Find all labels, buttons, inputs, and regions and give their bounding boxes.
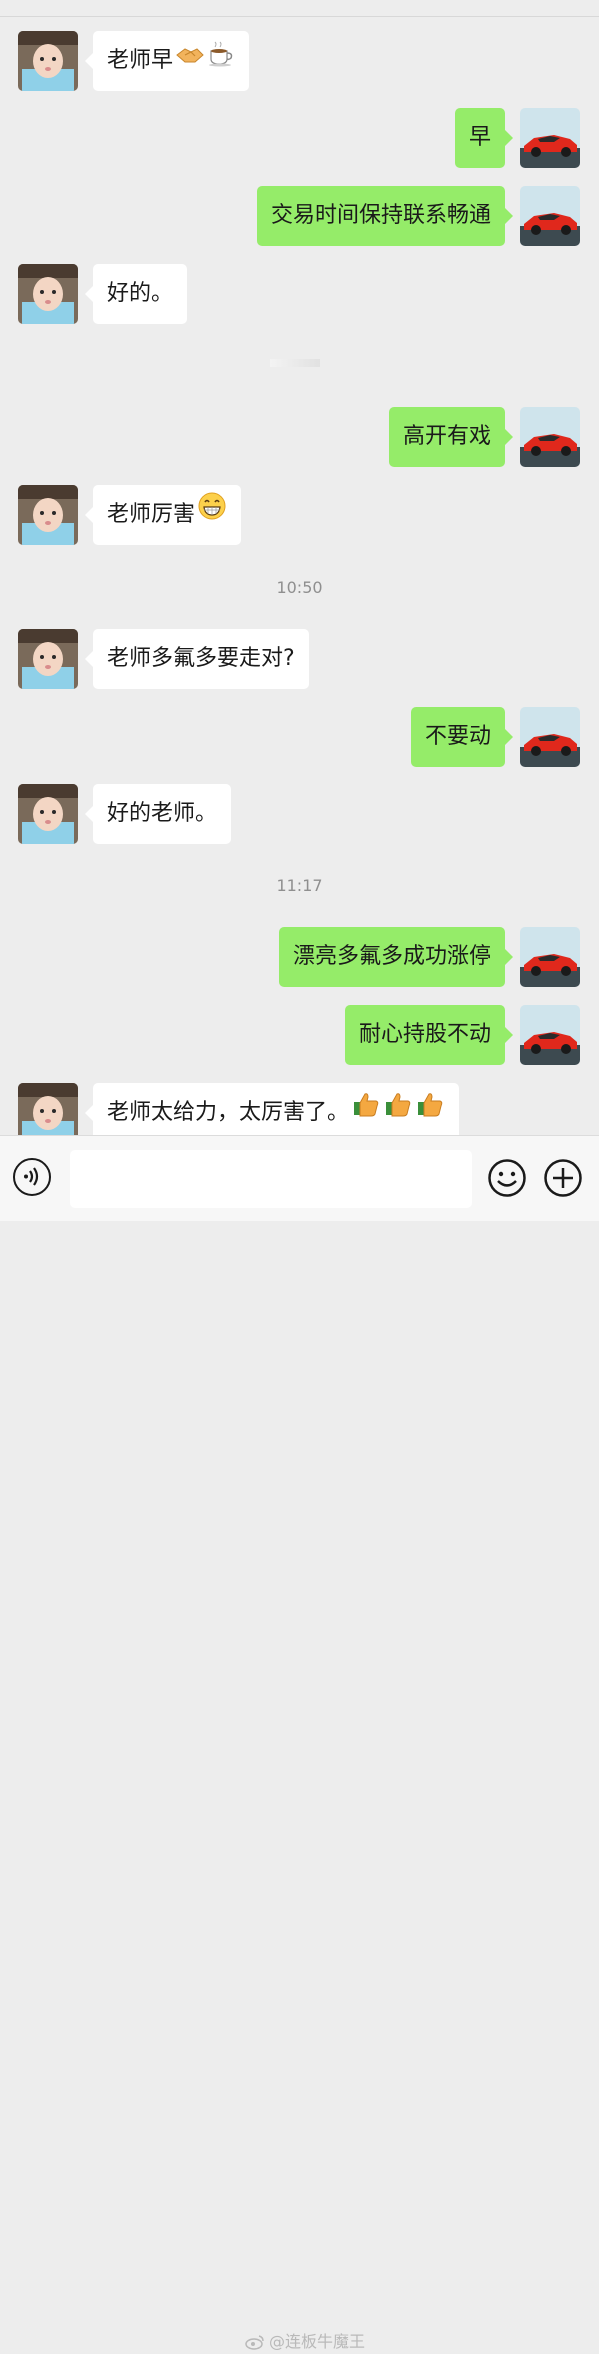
- chat-message-sent: 早: [0, 108, 599, 170]
- message-text: 漂亮多氟多成功涨停: [292, 944, 491, 969]
- weibo-logo-icon: [245, 2334, 265, 2354]
- chat-message-sent: 漂亮多氟多成功涨停: [0, 927, 599, 989]
- chat-message-received: 老师早: [0, 31, 599, 93]
- my-avatar[interactable]: [520, 927, 580, 987]
- message-bubble[interactable]: 老师厉害: [84, 485, 242, 545]
- message-bubble[interactable]: 不要动: [410, 707, 514, 767]
- red-car-avatar-icon: [520, 927, 580, 987]
- grin-icon: [197, 485, 227, 545]
- message-text: 老师早: [107, 48, 174, 73]
- handshake-icon: [175, 31, 205, 91]
- coffee-icon: [207, 31, 235, 91]
- contact-avatar[interactable]: [18, 1083, 78, 1135]
- message-bubble[interactable]: 好的。: [84, 264, 188, 324]
- baby-avatar-icon: [18, 31, 78, 91]
- message-text: 交易时间保持联系畅通: [270, 203, 491, 228]
- message-bubble[interactable]: 好的老师。: [84, 784, 232, 844]
- thumbs-up-icon: [351, 1083, 381, 1135]
- contact-avatar[interactable]: [18, 485, 78, 545]
- chat-message-sent: 高开有戏: [0, 407, 599, 469]
- message-text: 早: [468, 125, 491, 150]
- faint-artifact: [270, 359, 320, 367]
- chat-message-received: 好的。: [0, 264, 599, 326]
- message-input[interactable]: [70, 1150, 472, 1208]
- contact-avatar[interactable]: [18, 629, 78, 689]
- message-text: 好的老师。: [107, 801, 218, 826]
- my-avatar[interactable]: [520, 407, 580, 467]
- top-divider: [0, 0, 599, 17]
- voice-button[interactable]: [13, 1158, 51, 1196]
- message-text: 耐心持股不动: [358, 1022, 491, 1047]
- chat-message-sent: 交易时间保持联系畅通: [0, 186, 599, 248]
- message-text: 不要动: [424, 724, 491, 749]
- thumbs-up-icon: [415, 1083, 445, 1135]
- message-bubble[interactable]: 漂亮多氟多成功涨停: [278, 927, 514, 987]
- timestamp: 10:50: [276, 578, 323, 597]
- chat-message-sent: 耐心持股不动: [0, 1005, 599, 1067]
- red-car-avatar-icon: [520, 186, 580, 246]
- baby-avatar-icon: [18, 264, 78, 324]
- emoji-button[interactable]: [487, 1158, 527, 1198]
- message-bubble[interactable]: 老师太给力，太厉害了。: [84, 1083, 460, 1135]
- timestamp: 11:17: [276, 876, 323, 895]
- smiley-icon: [488, 1159, 526, 1197]
- my-avatar[interactable]: [520, 1005, 580, 1065]
- chat-message-received: 老师厉害: [0, 485, 599, 547]
- input-bar: @连板牛魔王: [0, 1135, 599, 2351]
- message-bubble[interactable]: 高开有戏: [388, 407, 514, 467]
- message-bubble[interactable]: 老师多氟多要走对?: [85, 629, 309, 689]
- message-text: 老师厉害: [107, 502, 196, 527]
- plus-icon: [544, 1159, 582, 1197]
- watermark: @连板牛魔王: [245, 2328, 365, 2354]
- baby-avatar-icon: [18, 629, 78, 689]
- voice-icon: [24, 1167, 39, 1186]
- chat-message-received: 老师太给力，太厉害了。: [0, 1083, 599, 1135]
- message-bubble[interactable]: 交易时间保持联系畅通: [256, 186, 514, 246]
- red-car-avatar-icon: [520, 1005, 580, 1065]
- baby-avatar-icon: [18, 1083, 78, 1135]
- chat-message-sent: 不要动: [0, 707, 599, 769]
- my-avatar[interactable]: [520, 186, 580, 246]
- watermark-text: @连板牛魔王: [269, 2332, 366, 2351]
- red-car-avatar-icon: [520, 407, 580, 467]
- baby-avatar-icon: [18, 784, 78, 844]
- baby-avatar-icon: [18, 485, 78, 545]
- chat-message-received: 老师多氟多要走对?: [0, 629, 599, 691]
- contact-avatar[interactable]: [18, 784, 78, 844]
- more-button[interactable]: [543, 1158, 583, 1198]
- message-bubble[interactable]: 早: [454, 108, 514, 168]
- red-car-avatar-icon: [520, 108, 580, 168]
- message-text: 老师太给力，太厉害了。: [107, 1100, 350, 1125]
- my-avatar[interactable]: [520, 108, 580, 168]
- chat-area[interactable]: 老师早 早 交易时间保持联系畅通 好的。 高开有戏 老师厉害 10:50 老师多…: [0, 17, 599, 1135]
- message-text: 老师多氟多要走对?: [107, 646, 295, 671]
- thumbs-up-icon: [383, 1083, 413, 1135]
- message-text: 好的。: [107, 281, 174, 306]
- message-bubble[interactable]: 耐心持股不动: [344, 1005, 514, 1065]
- contact-avatar[interactable]: [18, 31, 78, 91]
- contact-avatar[interactable]: [18, 264, 78, 324]
- message-bubble[interactable]: 老师早: [84, 31, 250, 91]
- my-avatar[interactable]: [520, 707, 580, 767]
- message-text: 高开有戏: [402, 424, 491, 449]
- chat-message-received: 好的老师。: [0, 784, 599, 846]
- red-car-avatar-icon: [520, 707, 580, 767]
